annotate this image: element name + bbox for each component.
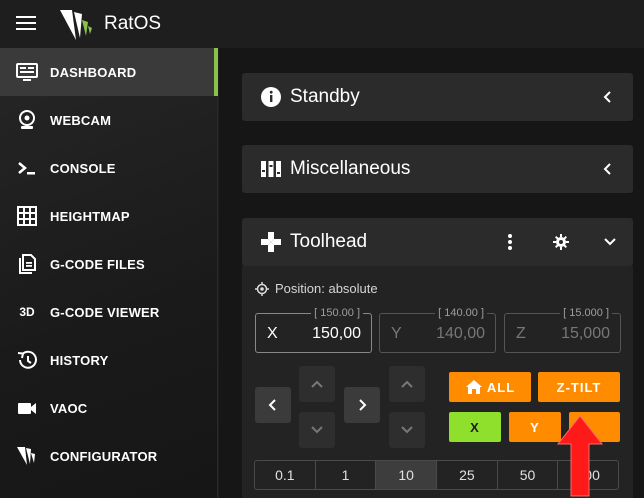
sidebar-item-label: G-CODE FILES (50, 256, 145, 272)
z-tilt-button[interactable]: Z-TILT (538, 372, 620, 402)
axis-value: 150,00 (312, 325, 361, 342)
monitor-icon (16, 63, 38, 81)
sidebar-item-label: HEIGHTMAP (50, 208, 130, 224)
info-icon (261, 87, 281, 107)
axis-max: [ 140.00 ] (435, 307, 487, 319)
sidebar-item-vaoc[interactable]: VAOC (0, 384, 218, 432)
home-y-label: Y (530, 419, 540, 435)
panel-title: Miscellaneous (290, 158, 411, 179)
3d-icon: 3D (19, 305, 35, 319)
axis-label: Y (391, 325, 402, 342)
chevron-left-icon[interactable] (601, 90, 615, 104)
x-position-field[interactable]: X 150,00 [ 150.00 ] (255, 307, 372, 353)
sidebar-item-label: VAOC (50, 400, 88, 416)
app-title: RatOS (104, 13, 162, 34)
axis-label: Z (516, 325, 526, 342)
chevron-right-icon (359, 399, 367, 411)
top-app-bar: RatOS (0, 0, 644, 48)
z-tilt-label: Z-TILT (556, 379, 602, 395)
jog-z-minus-button[interactable] (389, 412, 425, 448)
axis-value: 140,00 (436, 325, 485, 342)
misc-panel-header[interactable]: Miscellaneous (242, 145, 633, 193)
home-y-button[interactable]: Y (509, 412, 561, 442)
step-option[interactable]: 25 (437, 461, 498, 489)
ratos-logo (60, 10, 92, 40)
chevron-up-icon (311, 380, 323, 388)
more-vert-icon[interactable] (506, 233, 514, 251)
sidebar-item-gcode-files[interactable]: G-CODE FILES (0, 240, 218, 288)
webcam-icon (19, 110, 35, 129)
position-label: Position: absolute (275, 281, 378, 296)
axis-max: [ 150.00 ] (311, 307, 363, 319)
chevron-down-icon (401, 426, 413, 434)
toolhead-panel-header[interactable]: Toolhead (242, 218, 633, 266)
step-option[interactable]: 50 (498, 461, 559, 489)
sliders-icon (261, 161, 281, 177)
sidebar-item-label: CONFIGURATOR (50, 448, 158, 464)
jog-y-plus-button[interactable] (299, 366, 335, 402)
gamepad-icon (261, 232, 281, 252)
home-all-label: ALL (486, 379, 516, 395)
sidebar-item-gcode-viewer[interactable]: 3D G-CODE VIEWER (0, 288, 218, 336)
crosshair-icon (255, 281, 269, 296)
step-size-selector: 0.1 1 10 25 50 100 (254, 460, 619, 490)
sidebar-item-heightmap[interactable]: HEIGHTMAP (0, 192, 218, 240)
y-position-field[interactable]: Y 140,00 [ 140.00 ] (379, 307, 496, 353)
jog-x-minus-button[interactable] (255, 387, 291, 423)
home-x-button[interactable]: X (449, 412, 501, 442)
sidebar-item-configurator[interactable]: CONFIGURATOR (0, 432, 218, 480)
home-x-label: X (470, 419, 480, 435)
step-option[interactable]: 1 (316, 461, 377, 489)
sidebar-item-label: WEBCAM (50, 112, 112, 128)
step-option-selected[interactable]: 10 (376, 461, 438, 489)
sidebar-item-history[interactable]: HISTORY (0, 336, 218, 384)
step-option[interactable]: 0.1 (255, 461, 316, 489)
sidebar-item-label: DASHBOARD (50, 64, 137, 80)
chevron-left-icon[interactable] (601, 162, 615, 176)
sidebar: DASHBOARD WEBCAM CONSOLE HEIGHTMAP G-COD… (0, 48, 218, 498)
video-icon (18, 403, 36, 414)
panel-title: Standby (290, 86, 360, 107)
files-icon (19, 254, 36, 274)
sidebar-item-label: CONSOLE (50, 160, 116, 176)
chevron-up-icon (401, 380, 413, 388)
step-option[interactable]: 100 (558, 461, 618, 489)
sidebar-item-console[interactable]: CONSOLE (0, 144, 218, 192)
jog-z-plus-button[interactable] (389, 366, 425, 402)
grid-icon (17, 206, 37, 226)
home-z-button[interactable] (569, 412, 620, 442)
sidebar-item-label: G-CODE VIEWER (50, 304, 160, 320)
gear-icon[interactable] (553, 234, 569, 250)
chevron-down-icon (311, 426, 323, 434)
home-icon (465, 380, 482, 394)
standby-panel-header[interactable]: Standby (242, 73, 633, 121)
ratos-logo-icon (17, 447, 35, 465)
jog-y-minus-button[interactable] (299, 412, 335, 448)
jog-x-plus-button[interactable] (344, 387, 380, 423)
position-mode[interactable]: Position: absolute (255, 281, 378, 296)
history-icon (17, 350, 37, 369)
console-icon (18, 162, 35, 175)
z-position-field[interactable]: Z 15,000 [ 15.000 ] (504, 307, 621, 353)
chevron-down-icon[interactable] (603, 235, 617, 249)
axis-max: [ 15.000 ] (560, 307, 612, 319)
menu-icon[interactable] (16, 16, 36, 32)
axis-value: 15,000 (561, 325, 610, 342)
sidebar-item-webcam[interactable]: WEBCAM (0, 96, 218, 144)
panel-title: Toolhead (290, 231, 368, 252)
axis-label: X (267, 325, 278, 342)
chevron-left-icon (268, 399, 276, 411)
home-all-button[interactable]: ALL (449, 372, 531, 402)
sidebar-item-dashboard[interactable]: DASHBOARD (0, 48, 218, 96)
sidebar-item-label: HISTORY (50, 352, 109, 368)
